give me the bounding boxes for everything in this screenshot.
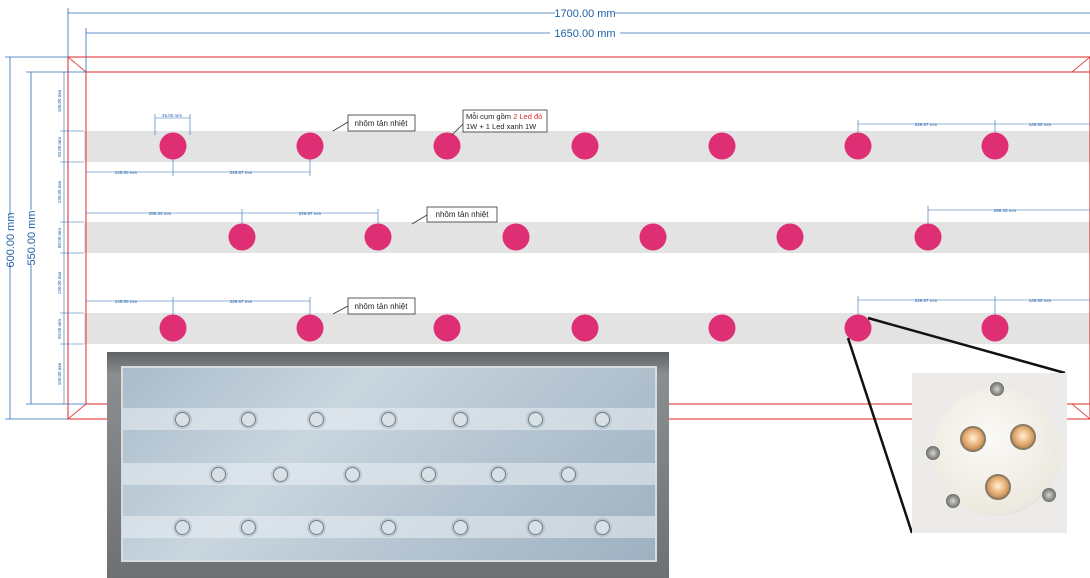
red-led (960, 426, 986, 452)
row3-dim-145-right: 145.00 mm (1029, 298, 1052, 303)
row1-dim-229: 229.67 mm (230, 170, 253, 175)
mount-screw (946, 494, 960, 508)
row1-dim-145: 145.00 mm (115, 170, 138, 175)
row2-dim-226: 226.67 mm (299, 211, 322, 216)
frame-corner-tr (1071, 56, 1090, 73)
mount-screw (990, 382, 1004, 396)
row3-dim-229-right: 229.67 mm (915, 298, 938, 303)
led-module-disc (926, 382, 1060, 516)
photo-led-module (595, 412, 610, 427)
frame-corner-tl (67, 56, 87, 73)
led-marker-row3-3 (433, 314, 461, 342)
photo-led-module (491, 467, 506, 482)
heat-sink-label-1: nhôm tản nhiệt (355, 119, 409, 128)
red-led (1010, 424, 1036, 450)
cluster-note-prefix: Mỗi cụm gồm (466, 112, 513, 121)
led-marker-row1-6 (844, 132, 872, 160)
vdim-7: 100.00 mm (57, 362, 62, 385)
photo-led-module (175, 412, 190, 427)
photo-led-module (381, 412, 396, 427)
row2-dim-258-right: 258.33 mm (994, 208, 1017, 213)
photo-led-module (453, 412, 468, 427)
row3-dim-145: 145.00 mm (115, 299, 138, 304)
photo-led-module (273, 467, 288, 482)
photo-led-module (453, 520, 468, 535)
photo-led-module (561, 467, 576, 482)
svg-text:Mỗi cụm gồm 2 Led đỏ: Mỗi cụm gồm 2 Led đỏ (466, 112, 542, 121)
led-marker-row3-5 (708, 314, 736, 342)
frame-corner-br (1071, 403, 1090, 420)
photo-led-module (528, 412, 543, 427)
callout-heat-sink-1: nhôm tản nhiệt (332, 114, 416, 132)
photo-led-module (309, 520, 324, 535)
vdim-1: 100.00 mm (57, 89, 62, 112)
photo-led-module (175, 520, 190, 535)
callout-heat-sink-3: nhôm tản nhiệt (332, 297, 416, 315)
led-marker-row1-1 (159, 132, 187, 160)
photo-led-module (309, 412, 324, 427)
cluster-note-line2: 1W + 1 Led xanh 1W (466, 122, 537, 131)
callout-cluster-note: Mỗi cụm gồm 2 Led đỏ 1W + 1 Led xanh 1W (451, 109, 548, 136)
vdim-5: 130.00 mm (57, 271, 62, 294)
mount-screw (926, 446, 940, 460)
panel-photo-inner (121, 366, 657, 562)
blue-led (985, 474, 1011, 500)
frame-corner-bl (67, 403, 87, 420)
heat-sink-label-3: nhôm tản nhiệt (355, 302, 409, 311)
outer-width-label: 1700.00 mm (554, 8, 615, 20)
photo-led-module (345, 467, 360, 482)
led-marker-row3-6 (844, 314, 872, 342)
photo-led-module (528, 520, 543, 535)
led-marker-row1-4 (571, 132, 599, 160)
led-marker-row3-1 (159, 314, 187, 342)
inner-height-label: 550.00 mm (26, 210, 38, 265)
row1-dim-229-right: 229.67 mm (915, 122, 938, 127)
outer-height-label: 600.00 mm (5, 212, 17, 267)
led-marker-row2-1 (228, 223, 256, 251)
inner-width-label: 1650.00 mm (554, 28, 615, 40)
row1-dim-45: 45.00 mm (162, 113, 182, 118)
led-marker-row3-2 (296, 314, 324, 342)
led-marker-row3-7 (981, 314, 1009, 342)
photo-led-module (241, 412, 256, 427)
vdim-6: 50.00 mm (57, 319, 62, 339)
led-marker-row1-7 (981, 132, 1009, 160)
led-marker-row1-2 (296, 132, 324, 160)
led-module-photo (912, 373, 1067, 533)
mount-screw (1042, 488, 1056, 502)
callout-heat-sink-2: nhôm tản nhiệt (411, 206, 498, 225)
led-marker-row2-4 (639, 223, 667, 251)
zoom-leader-bottom (846, 337, 914, 534)
cluster-note-red: 2 Led đỏ (513, 112, 542, 121)
row3-dim-229: 229.67 mm (230, 299, 253, 304)
photo-led-module (211, 467, 226, 482)
led-marker-row2-5 (776, 223, 804, 251)
photo-led-module (241, 520, 256, 535)
dim-vertical-chain (60, 72, 84, 404)
row2-dim-258: 258.33 mm (149, 211, 172, 216)
vdim-4: 80.00 mm (57, 228, 62, 248)
led-marker-row1-5 (708, 132, 736, 160)
photo-led-module (595, 520, 610, 535)
photo-led-module (381, 520, 396, 535)
row1-dim-145-right: 145.00 mm (1029, 122, 1052, 127)
heat-sink-label-2: nhôm tản nhiệt (436, 210, 490, 219)
led-marker-row2-2 (364, 223, 392, 251)
led-marker-row2-3 (502, 223, 530, 251)
led-marker-row1-3 (433, 132, 461, 160)
vdim-3: 130.00 mm (57, 180, 62, 203)
led-marker-row2-6 (914, 223, 942, 251)
panel-photo (107, 352, 669, 578)
photo-led-module (421, 467, 436, 482)
vdim-2: 50.00 mm (57, 137, 62, 157)
led-marker-row3-4 (571, 314, 599, 342)
